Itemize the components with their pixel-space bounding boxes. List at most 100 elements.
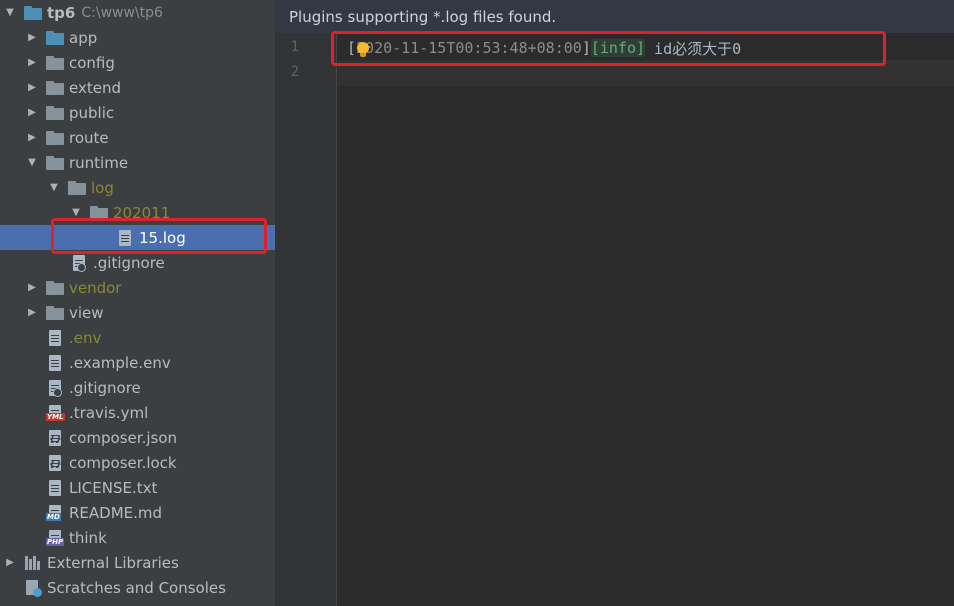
chevron-down-icon[interactable]: ▼ [26, 157, 38, 169]
plugin-notification-banner[interactable]: Plugins supporting *.log files found. [275, 0, 954, 33]
tree-item-label: vendor [69, 278, 122, 297]
folder-icon [46, 79, 64, 97]
project-tree: ▼ tp6 C:\www\tp6 ▶ app ▶ config ▶ extend… [0, 0, 275, 606]
tree-item-label: app [69, 28, 98, 47]
tree-item-external-libraries[interactable]: ▶ External Libraries [0, 550, 275, 575]
tree-item-label: .gitignore [93, 253, 165, 272]
chevron-right-icon[interactable]: ▶ [26, 282, 38, 294]
tree-item-composer-lock[interactable]: {} composer.lock [0, 450, 275, 475]
scratches-icon [24, 579, 42, 597]
tree-item-vendor[interactable]: ▶ vendor [0, 275, 275, 300]
chevron-down-icon[interactable]: ▼ [48, 182, 60, 194]
tree-item-15-log[interactable]: 15.log [0, 225, 275, 250]
json-file-icon: {} [46, 454, 64, 472]
tree-item-label: think [69, 528, 107, 547]
tree-item-label: .example.env [69, 353, 171, 372]
tree-item-label: composer.lock [69, 453, 177, 472]
log-timestamp: 2020-11-15T00:53:48+08:00 [356, 39, 582, 57]
line-number: 1 [290, 39, 299, 55]
text-file-icon [46, 354, 64, 372]
tree-item-config[interactable]: ▶ config [0, 50, 275, 75]
editor-pane[interactable]: Plugins supporting *.log files found. 1 … [275, 0, 954, 606]
tree-item-label: README.md [69, 503, 163, 522]
tree-item-think[interactable]: PHP think [0, 525, 275, 550]
log-level: [info] [590, 39, 646, 57]
chevron-right-icon[interactable]: ▶ [26, 132, 38, 144]
tree-item-label: .travis.yml [69, 403, 149, 422]
line-number-gutter: 1 2 [275, 33, 337, 606]
tree-item-readme[interactable]: MD README.md [0, 500, 275, 525]
folder-icon [46, 29, 64, 47]
tree-item-log[interactable]: ▼ log [0, 175, 275, 200]
ignore-file-icon [46, 379, 64, 397]
tree-item-label: .gitignore [69, 378, 141, 397]
tree-item-route[interactable]: ▶ route [0, 125, 275, 150]
tree-item-license[interactable]: LICENSE.txt [0, 475, 275, 500]
tree-item-composer-json[interactable]: {} composer.json [0, 425, 275, 450]
tree-item-view[interactable]: ▶ view [0, 300, 275, 325]
tree-item-label: route [69, 128, 109, 147]
tree-item-app[interactable]: ▶ app [0, 25, 275, 50]
tree-item-scratches[interactable]: Scratches and Consoles [0, 575, 275, 600]
line-number: 2 [290, 64, 299, 80]
tree-item-label: extend [69, 78, 121, 97]
tree-item-label: External Libraries [47, 553, 179, 572]
chevron-right-icon[interactable]: ▶ [26, 32, 38, 44]
project-path: C:\www\tp6 [81, 4, 163, 21]
chevron-right-icon[interactable]: ▶ [26, 307, 38, 319]
tree-item-label: public [69, 103, 115, 122]
log-bracket-close: ] [581, 39, 591, 57]
folder-icon [90, 204, 108, 222]
folder-icon [46, 154, 64, 172]
tree-item-label: LICENSE.txt [69, 478, 158, 497]
tree-item-project-root[interactable]: ▼ tp6 C:\www\tp6 [0, 0, 275, 25]
log-bracket-open: [ [347, 39, 357, 57]
tree-item-label: 202011 [113, 203, 171, 222]
folder-icon [46, 104, 64, 122]
yaml-file-icon: YML [46, 404, 65, 422]
library-icon [24, 554, 42, 572]
json-file-icon: {} [46, 429, 64, 447]
chevron-right-icon[interactable]: ▶ [26, 82, 38, 94]
chevron-right-icon[interactable]: ▶ [26, 107, 38, 119]
banner-text: Plugins supporting *.log files found. [289, 7, 557, 26]
chevron-right-icon[interactable]: ▶ [4, 557, 16, 569]
tree-item-label: log [91, 178, 114, 197]
php-file-icon: PHP [46, 529, 65, 547]
folder-icon [46, 54, 64, 72]
tree-item-travis-yml[interactable]: YML .travis.yml [0, 400, 275, 425]
code-line-1[interactable]: [2020-11-15T00:53:48+08:00] [info] id必须大于… [347, 37, 741, 59]
tree-item-runtime-gitignore[interactable]: .gitignore [0, 250, 275, 275]
project-name: tp6 [47, 3, 76, 22]
folder-icon [24, 4, 42, 22]
tree-item-env[interactable]: .env [0, 325, 275, 350]
ignore-file-icon [70, 254, 88, 272]
tree-item-label: runtime [69, 153, 129, 172]
log-file-icon [116, 229, 134, 247]
tree-item-example-env[interactable]: .example.env [0, 350, 275, 375]
lightbulb-icon[interactable] [357, 42, 369, 57]
folder-icon [68, 179, 86, 197]
folder-icon [46, 129, 64, 147]
tree-item-202011[interactable]: ▼ 202011 [0, 200, 275, 225]
text-file-icon [46, 479, 64, 497]
chevron-down-icon[interactable]: ▼ [70, 207, 82, 219]
caret-line [338, 60, 954, 86]
tree-item-label: composer.json [69, 428, 178, 447]
tree-item-extend[interactable]: ▶ extend [0, 75, 275, 100]
chevron-right-icon[interactable]: ▶ [26, 57, 38, 69]
tree-item-runtime[interactable]: ▼ runtime [0, 150, 275, 175]
tree-item-label: view [69, 303, 104, 322]
tree-item-label: .env [69, 328, 102, 347]
text-file-icon [46, 329, 64, 347]
tree-item-label: Scratches and Consoles [47, 578, 226, 597]
markdown-file-icon: MD [46, 504, 64, 522]
tree-item-gitignore[interactable]: .gitignore [0, 375, 275, 400]
tree-item-label: config [69, 53, 115, 72]
tree-item-public[interactable]: ▶ public [0, 100, 275, 125]
chevron-down-icon[interactable]: ▼ [4, 7, 16, 19]
folder-icon [46, 279, 64, 297]
folder-icon [46, 304, 64, 322]
tree-item-label: 15.log [139, 228, 186, 247]
log-message: id必须大于0 [645, 39, 742, 58]
